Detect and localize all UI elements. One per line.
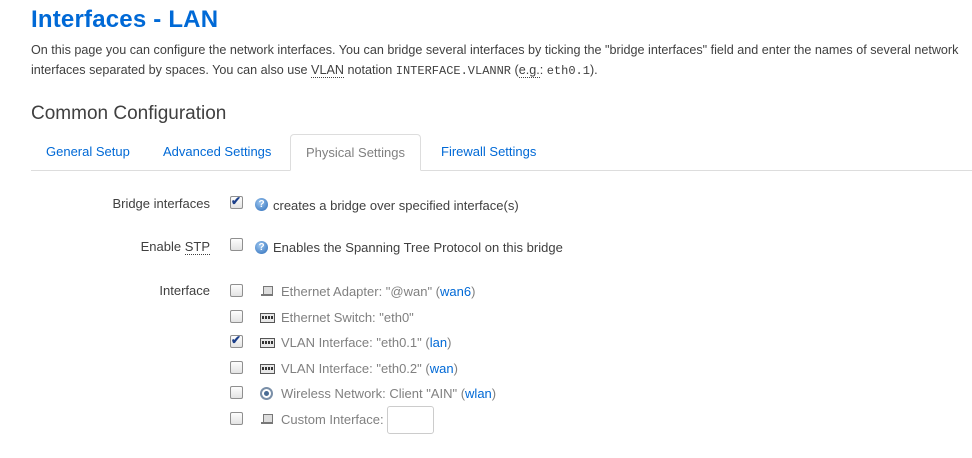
tab-general-setup[interactable]: General Setup <box>31 134 145 170</box>
interface-suffix: ) <box>471 284 476 299</box>
interface-option: Ethernet Switch: "eth0" <box>230 310 630 330</box>
interface-description: VLAN Interface: "eth0.2" ( <box>281 361 430 376</box>
interface-option-label: Ethernet Adapter: "@wan" (wan6) <box>281 284 475 300</box>
interface-suffix: ) <box>447 335 452 350</box>
tab-advanced-settings[interactable]: Advanced Settings <box>148 134 286 170</box>
desc-text-5: ). <box>589 63 598 77</box>
tab-firewall-settings[interactable]: Firewall Settings <box>426 134 551 170</box>
desc-text-3: ( <box>511 63 519 77</box>
interface-option-label: VLAN Interface: "eth0.2" (wan) <box>281 361 458 377</box>
network-link[interactable]: wan6 <box>440 284 471 299</box>
enable-stp-label: Enable STP <box>140 239 210 255</box>
vlan-abbr: VLAN <box>311 63 344 78</box>
interface-description: VLAN Interface: "eth0.1" ( <box>281 335 430 350</box>
interface-label: Interface <box>159 283 210 298</box>
interface-option-label: Custom Interface: <box>281 412 384 428</box>
interface-checkbox[interactable]: ✔ <box>230 333 243 348</box>
enable-stp-label-prefix: Enable <box>140 239 185 254</box>
desc-text-4: : <box>539 63 547 77</box>
ethernet-adapter-icon <box>260 285 276 299</box>
interface-option: VLAN Interface: "eth0.2" (wan) <box>230 361 630 381</box>
interface-option-label: VLAN Interface: "eth0.1" (lan) <box>281 335 451 351</box>
stp-abbr: STP <box>184 239 210 255</box>
eg-abbr: e.g. <box>518 63 540 78</box>
interface-description: Custom Interface: <box>281 412 384 427</box>
help-icon: ? <box>255 241 268 254</box>
checkmark-icon: ✔ <box>231 333 242 347</box>
help-icon: ? <box>255 198 268 211</box>
bridge-interfaces-help: creates a bridge over specified interfac… <box>273 198 519 213</box>
ethernet-switch-icon <box>260 362 276 376</box>
custom-interface-input[interactable] <box>387 406 434 434</box>
network-link[interactable]: wan <box>430 361 454 376</box>
network-link[interactable]: lan <box>430 335 447 350</box>
desc-code-2: eth0.1 <box>546 64 590 78</box>
interface-checkbox[interactable] <box>230 361 243 374</box>
interface-suffix: ) <box>453 361 458 376</box>
network-link[interactable]: wlan <box>465 386 492 401</box>
interface-checkbox[interactable] <box>230 412 243 425</box>
enable-stp-help: Enables the Spanning Tree Protocol on th… <box>273 240 563 255</box>
interface-option: Wireless Network: Client "AIN" (wlan) <box>230 386 630 406</box>
desc-code-1: INTERFACE.VLANNR <box>395 64 511 78</box>
interface-suffix: ) <box>491 386 497 401</box>
interface-option: Ethernet Adapter: "@wan" (wan6) <box>230 284 630 304</box>
section-title: Common Configuration <box>31 103 227 124</box>
interface-description: Ethernet Switch: "eth0" <box>281 310 414 325</box>
wireless-icon <box>260 387 276 401</box>
desc-text-2: notation <box>343 63 396 77</box>
tab-physical-settings[interactable]: Physical Settings <box>290 134 421 171</box>
interface-option-label: Wireless Network: Client "AIN" (wlan) <box>281 386 496 402</box>
interface-option-label: Ethernet Switch: "eth0" <box>281 310 414 326</box>
interface-description: Wireless Network: Client "AIN" ( <box>281 386 466 401</box>
page-title: Interfaces - LAN <box>31 6 219 33</box>
tab-bar: General Setup Advanced Settings Physical… <box>31 134 972 171</box>
checkmark-icon: ✔ <box>231 194 242 208</box>
bridge-interfaces-checkbox[interactable]: ✔ <box>230 194 243 209</box>
page-description: On this page you can configure the netwo… <box>31 40 966 81</box>
enable-stp-checkbox[interactable] <box>230 238 243 251</box>
interface-checkbox[interactable] <box>230 310 243 323</box>
ethernet-adapter-icon <box>260 413 276 427</box>
interface-option: Custom Interface: <box>230 406 630 434</box>
interface-option: ✔ VLAN Interface: "eth0.1" (lan) <box>230 333 630 355</box>
interface-description: Ethernet Adapter: "@wan" ( <box>281 284 441 299</box>
ethernet-switch-icon <box>260 311 276 325</box>
interface-checkbox[interactable] <box>230 284 243 297</box>
interface-checkbox[interactable] <box>230 386 243 399</box>
bridge-interfaces-label: Bridge interfaces <box>112 196 210 211</box>
ethernet-switch-icon <box>260 336 276 350</box>
